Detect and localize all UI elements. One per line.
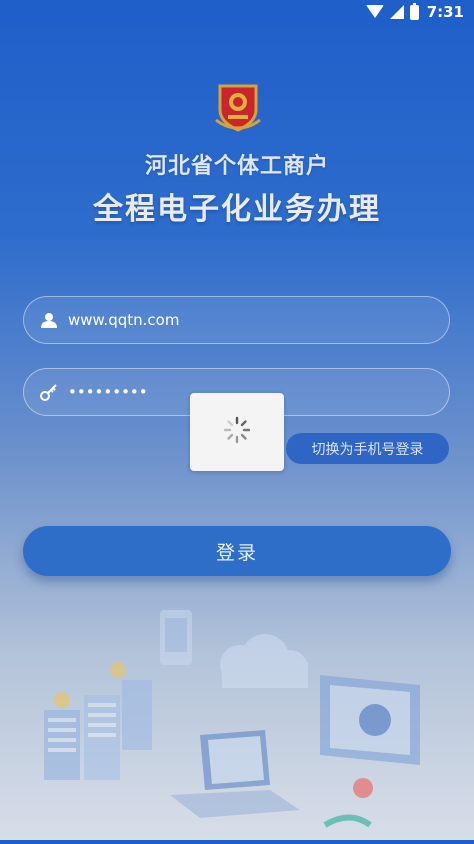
emblem-icon [212, 80, 264, 132]
status-time: 7:31 [426, 3, 464, 21]
cell-signal-icon [389, 5, 404, 19]
decorative-illustration [0, 600, 474, 840]
login-button[interactable]: 登录 [23, 526, 451, 576]
username-input[interactable] [66, 310, 449, 330]
username-field[interactable] [23, 296, 450, 344]
status-bar: 7:31 [0, 0, 474, 24]
switch-to-phone-login-button[interactable]: 切换为手机号登录 [286, 433, 449, 464]
spinner-icon [222, 415, 252, 449]
user-icon [38, 309, 60, 331]
key-icon [38, 381, 60, 403]
page-title-line1: 河北省个体工商户 [144, 154, 329, 179]
wifi-icon [365, 5, 384, 19]
loading-dialog [190, 393, 284, 471]
page-title-line2: 全程电子化业务办理 [93, 192, 381, 227]
battery-icon [409, 2, 419, 20]
